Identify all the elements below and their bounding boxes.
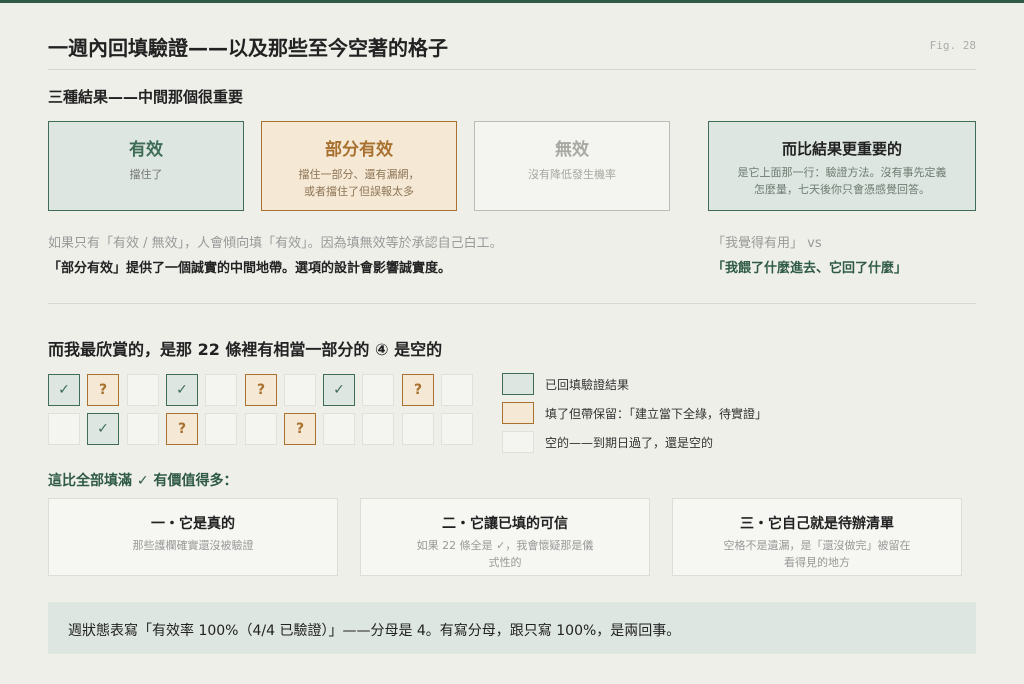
reason-card-3: 三・它自己就是待辦清單 空格不是遺漏，是「還沒做完」被留在 看得見的地方: [672, 498, 962, 576]
reason-card-1: 一・它是真的 那些護欄確實還沒被驗證: [48, 498, 338, 576]
grid-cell-empty: [127, 374, 159, 406]
reason-desc-line: 式性的: [488, 556, 522, 569]
page-title: 一週內回填驗證——以及那些至今空著的格子: [48, 36, 448, 60]
reason-title: 一・它是真的: [151, 516, 235, 532]
outcome-box-partial: 部分有效 擋住一部分、還有漏網， 或者擋住了但誤報太多: [261, 121, 457, 211]
grid-cell-empty: [441, 413, 473, 445]
outcome-desc: 沒有降低發生機率: [528, 168, 616, 181]
outcome-title: 有效: [129, 140, 163, 160]
outcome-title: 無效: [555, 140, 589, 160]
grid-cell-empty: [127, 413, 159, 445]
grid-cell-verified: ✓: [166, 374, 198, 406]
outcome-box-effective: 有效 擋住了: [48, 121, 244, 211]
subheading-more-valuable: 這比全部填滿 ✓ 有價值得多：: [48, 473, 238, 489]
quote-line-2: 「我餵了什麼進去、它回了什麼」: [712, 261, 908, 276]
grid-cell-empty: [284, 374, 316, 406]
reason-title: 三・它自己就是待辦清單: [740, 516, 894, 532]
outcome-desc: 擋住一部分、還有漏網， 或者擋住了但誤報太多: [262, 166, 456, 200]
footer-callout: 週狀態表寫「有效率 100%（4/4 已驗證）」——分母是 4。有寫分母，跟只寫…: [48, 602, 976, 654]
side-desc-line: 是它上面那一行：驗證方法。沒有事先定義: [737, 166, 947, 179]
grid-cell-reserved: ?: [245, 374, 277, 406]
grid-cell-empty: [402, 413, 434, 445]
footer-text: 週狀態表寫「有效率 100%（4/4 已驗證）」——分母是 4。有寫分母，跟只寫…: [68, 623, 681, 639]
grid-cell-empty: [205, 374, 237, 406]
legend-swatch: [502, 373, 534, 395]
grid-cell-empty: [48, 413, 80, 445]
legend-swatch: [502, 431, 534, 453]
side-desc-line: 怎麼量，七天後你只會憑感覺回答。: [754, 183, 930, 196]
grid-cell-reserved: ?: [87, 374, 119, 406]
reason-desc-line: 如果 22 條全是 ✓，我會懷疑那是儀: [416, 539, 594, 552]
reason-desc: 那些護欄確實還沒被驗證: [49, 537, 337, 554]
divider: [48, 303, 976, 304]
grid-cell-verified: ✓: [323, 374, 355, 406]
legend-label: 已回填驗證結果: [545, 378, 630, 392]
more-important-box: 而比結果更重要的 是它上面那一行：驗證方法。沒有事先定義 怎麼量，七天後你只會憑…: [708, 121, 976, 211]
note-line-2: 「部分有效」提供了一個誠實的中間地帶。選項的設計會影響誠實度。: [48, 261, 452, 276]
grid-cell-empty: [205, 413, 237, 445]
legend-label: 填了但帶保留：「建立當下全綠，待實證」: [545, 407, 768, 421]
reason-title: 二・它讓已填的可信: [442, 516, 568, 532]
side-desc: 是它上面那一行：驗證方法。沒有事先定義 怎麼量，七天後你只會憑感覺回答。: [709, 164, 975, 198]
reason-desc-line: 空格不是遺漏，是「還沒做完」被留在: [723, 539, 911, 552]
outcome-title: 部分有效: [325, 140, 393, 160]
note-line-1: 如果只有「有效 / 無效」，人會傾向填「有效」。因為填無效等於承認自己白工。: [48, 236, 503, 251]
divider: [48, 69, 976, 70]
grid-cell-empty: [323, 413, 355, 445]
grid-cell-empty: [441, 374, 473, 406]
section-heading-outcomes: 三種結果——中間那個很重要: [48, 88, 244, 106]
grid-cell-verified: ✓: [87, 413, 119, 445]
grid-cell-reserved: ?: [166, 413, 198, 445]
grid-cell-reserved: ?: [402, 374, 434, 406]
legend-swatch: [502, 402, 534, 424]
section-heading-empty: 而我最欣賞的，是那 22 條裡有相當一部分的 ④ 是空的: [48, 340, 443, 359]
reason-desc-line: 那些護欄確實還沒被驗證: [132, 539, 254, 552]
grid-cell-empty: [245, 413, 277, 445]
outcome-desc-line: 擋住一部分、還有漏網，: [298, 168, 420, 181]
outcome-desc-line: 或者擋住了但誤報太多: [304, 185, 414, 198]
grid-cell-verified: ✓: [48, 374, 80, 406]
reason-card-2: 二・它讓已填的可信 如果 22 條全是 ✓，我會懷疑那是儀 式性的: [360, 498, 650, 576]
reason-desc: 如果 22 條全是 ✓，我會懷疑那是儀 式性的: [361, 537, 649, 571]
outcome-box-ineffective: 無效 沒有降低發生機率: [474, 121, 670, 211]
side-title: 而比結果更重要的: [781, 140, 902, 158]
reason-desc: 空格不是遺漏，是「還沒做完」被留在 看得見的地方: [673, 537, 961, 571]
grid-cell-reserved: ?: [284, 413, 316, 445]
outcome-desc: 擋住了: [129, 168, 163, 181]
top-accent-bar: [0, 0, 1024, 3]
legend-label: 空的——到期日過了，還是空的: [545, 436, 714, 450]
figure-label: Fig. 28: [929, 39, 976, 52]
grid-cell-empty: [362, 413, 394, 445]
grid-cell-empty: [362, 374, 394, 406]
quote-line-1: 「我覺得有用」 vs: [712, 236, 822, 251]
reason-desc-line: 看得見的地方: [784, 556, 850, 569]
